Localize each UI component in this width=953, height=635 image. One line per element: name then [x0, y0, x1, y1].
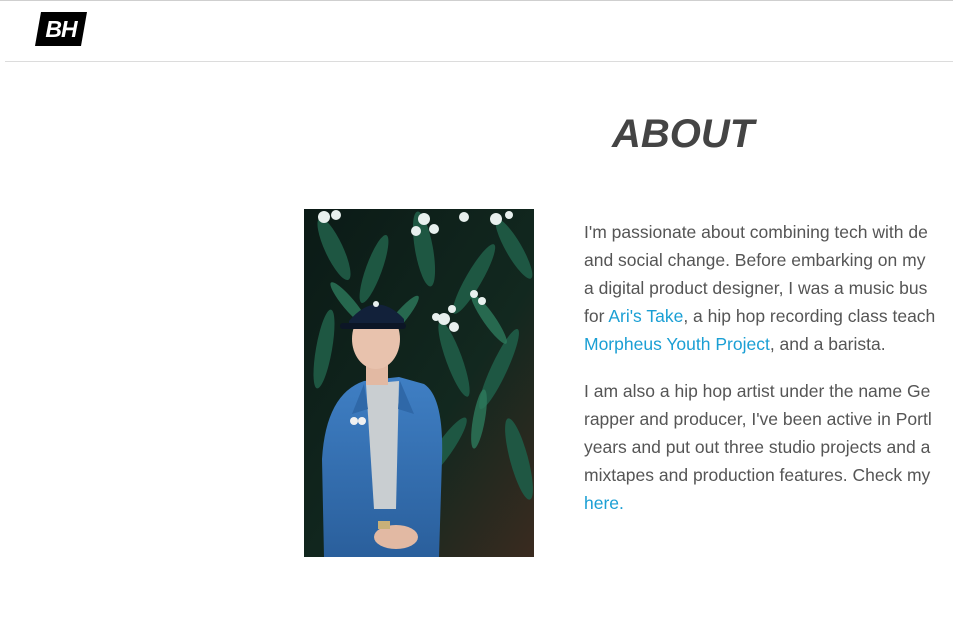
bio-p1-line4-post: , a hip hop recording class teach	[683, 306, 936, 326]
bio-p1-line1: I'm passionate about combining tech with…	[584, 222, 928, 242]
site-header: BH	[0, 0, 953, 61]
morpheus-youth-project-link[interactable]: Morpheus Youth Project	[584, 334, 770, 354]
logo-link[interactable]: BH	[35, 12, 87, 46]
bio-paragraph-1: I'm passionate about combining tech with…	[584, 218, 953, 358]
bio-p2-line1: I am also a hip hop artist under the nam…	[584, 381, 931, 401]
bio-p1-line5-post: , and a barista.	[769, 334, 886, 354]
profile-photo-illustration	[304, 209, 534, 557]
profile-photo	[304, 209, 534, 557]
bio-p1-line3: a digital product designer, I was a musi…	[584, 278, 928, 298]
about-bio: I'm passionate about combining tech with…	[584, 218, 953, 517]
logo-text: BH	[45, 16, 77, 42]
header-divider	[5, 61, 953, 62]
music-here-link[interactable]: here.	[584, 493, 624, 513]
bio-p1-line4-pre: for	[584, 306, 609, 326]
bio-p2-line2: rapper and producer, I've been active in…	[584, 409, 932, 429]
bio-p2-line3: years and put out three studio projects …	[584, 437, 931, 457]
bio-paragraph-2: I am also a hip hop artist under the nam…	[584, 377, 953, 517]
bio-p2-line4: mixtapes and production features. Check …	[584, 465, 931, 485]
page-title: ABOUT	[612, 112, 755, 156]
bio-p1-line2: and social change. Before embarking on m…	[584, 250, 926, 270]
aris-take-link[interactable]: Ari's Take	[608, 306, 683, 326]
